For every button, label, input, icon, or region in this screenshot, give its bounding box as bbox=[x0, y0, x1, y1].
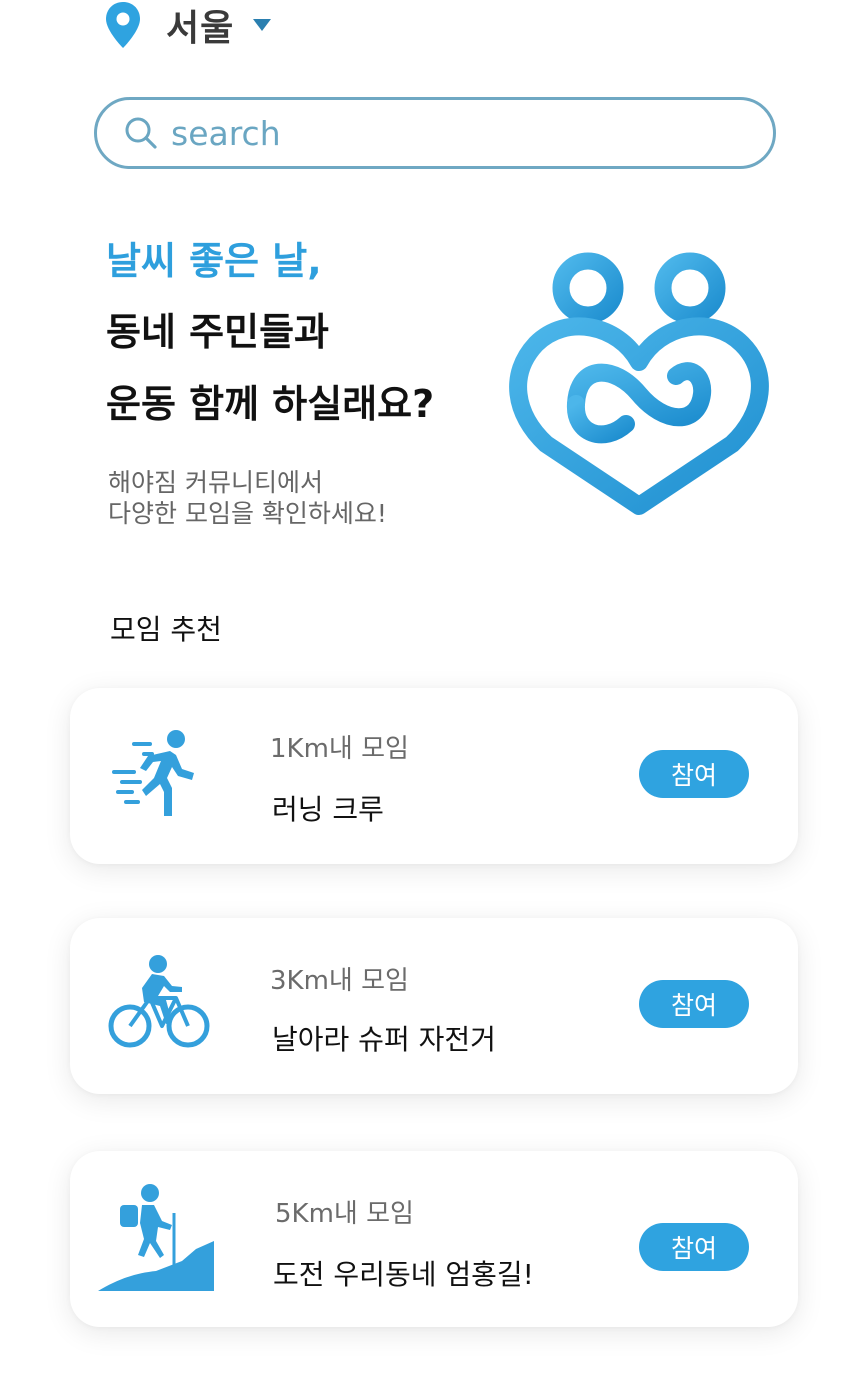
section-title: 모임 추천 bbox=[110, 613, 222, 646]
hero-subtitle-line2: 다양한 모임을 확인하세요! bbox=[108, 499, 387, 528]
search-icon bbox=[125, 117, 157, 149]
join-button[interactable]: 참여 bbox=[639, 980, 749, 1028]
hero-subtitle-line1: 해야짐 커뮤니티에서 bbox=[108, 468, 323, 497]
search-input[interactable] bbox=[171, 113, 731, 153]
group-card-running[interactable]: 1Km내 모임 러닝 크루 참여 bbox=[70, 688, 798, 864]
group-card-cycling[interactable]: 3Km내 모임 날아라 슈퍼 자전거 참여 bbox=[70, 918, 798, 1094]
heart-people-logo bbox=[509, 252, 769, 515]
location-selector[interactable]: 서울 bbox=[104, 0, 272, 50]
hero-title-line2: 동네 주민들과 bbox=[106, 310, 329, 354]
hero-title-line3: 운동 함께 하실래요? bbox=[106, 382, 435, 426]
map-pin-icon bbox=[106, 2, 140, 48]
group-distance: 3Km내 모임 bbox=[270, 966, 409, 996]
hiking-icon bbox=[98, 1184, 214, 1291]
group-name: 날아라 슈퍼 자전거 bbox=[272, 1023, 496, 1056]
group-name: 도전 우리동네 엄홍길! bbox=[273, 1258, 534, 1291]
running-icon bbox=[112, 730, 194, 816]
cycling-icon bbox=[108, 955, 210, 1048]
group-card-hiking[interactable]: 5Km내 모임 도전 우리동네 엄홍길! 참여 bbox=[70, 1151, 798, 1327]
search-bar bbox=[94, 97, 776, 169]
join-button[interactable]: 참여 bbox=[639, 1223, 749, 1271]
group-distance: 5Km내 모임 bbox=[275, 1199, 414, 1229]
location-name: 서울 bbox=[166, 8, 235, 49]
hero-title-highlight: 날씨 좋은 날, bbox=[106, 239, 322, 283]
group-distance: 1Km내 모임 bbox=[270, 734, 409, 764]
group-name: 러닝 크루 bbox=[272, 793, 384, 826]
caret-down-icon bbox=[253, 19, 272, 31]
hero-subtitle: 해야짐 커뮤니티에서 다양한 모임을 확인하세요! bbox=[108, 467, 387, 529]
join-button[interactable]: 참여 bbox=[639, 750, 749, 798]
hero-headline: 날씨 좋은 날, 동네 주민들과 운동 함께 하실래요? bbox=[106, 226, 526, 440]
